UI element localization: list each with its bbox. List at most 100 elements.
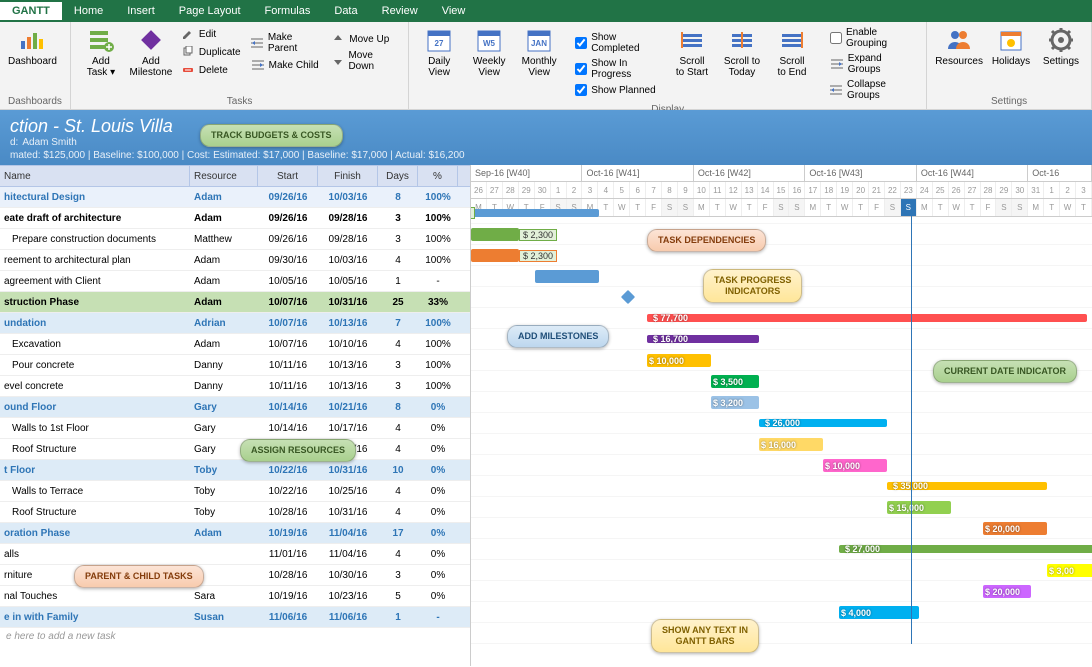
- monthly-view-button[interactable]: JANMonthlyView: [517, 26, 561, 102]
- cell-res[interactable]: Danny: [190, 355, 258, 375]
- cell-name[interactable]: undation: [0, 313, 190, 333]
- task-row[interactable]: rniture10/28/1610/30/1630%: [0, 565, 470, 586]
- cell-name[interactable]: ound Floor: [0, 397, 190, 417]
- cell-pct[interactable]: 100%: [418, 187, 458, 207]
- dashboard-button[interactable]: Dashboard: [8, 26, 57, 67]
- cell-start[interactable]: 10/22/16: [258, 460, 318, 480]
- task-row[interactable]: ExcavationAdam10/07/1610/10/164100%: [0, 334, 470, 355]
- cell-start[interactable]: 09/26/16: [258, 187, 318, 207]
- delete-button[interactable]: Delete: [179, 62, 243, 78]
- move-up-button[interactable]: Move Up: [329, 31, 400, 47]
- show-completed-checkbox[interactable]: Show Completed: [575, 31, 664, 55]
- cell-days[interactable]: 4: [378, 250, 418, 270]
- col-pct[interactable]: %: [418, 166, 458, 186]
- task-row[interactable]: t FloorToby10/22/1610/31/16100%: [0, 460, 470, 481]
- task-row[interactable]: reement to architectural planAdam09/30/1…: [0, 250, 470, 271]
- cell-start[interactable]: 10/11/16: [258, 355, 318, 375]
- cell-pct[interactable]: 100%: [418, 229, 458, 249]
- cell-name[interactable]: nal Touches: [0, 586, 190, 606]
- task-row[interactable]: evel concreteDanny10/11/1610/13/163100%: [0, 376, 470, 397]
- cell-finish[interactable]: 10/31/16: [318, 460, 378, 480]
- tab-gantt[interactable]: GANTT: [0, 2, 62, 20]
- gantt-bar[interactable]: $ 2,300: [471, 249, 519, 262]
- cell-days[interactable]: 4: [378, 334, 418, 354]
- cell-res[interactable]: Adam: [190, 208, 258, 228]
- cell-name[interactable]: agreement with Client: [0, 271, 190, 291]
- cell-finish[interactable]: 11/04/16: [318, 523, 378, 543]
- add-task-button[interactable]: AddTask ▾: [79, 26, 123, 78]
- col-resource[interactable]: Resource: [190, 166, 258, 186]
- task-row[interactable]: ound FloorGary10/14/1610/21/1680%: [0, 397, 470, 418]
- task-row[interactable]: Prepare construction documentsMatthew09/…: [0, 229, 470, 250]
- tab-home[interactable]: Home: [62, 2, 115, 20]
- cell-finish[interactable]: 10/05/16: [318, 271, 378, 291]
- cell-start[interactable]: 09/26/16: [258, 208, 318, 228]
- resources-button[interactable]: Resources: [935, 26, 983, 67]
- cell-pct[interactable]: 100%: [418, 334, 458, 354]
- cell-pct[interactable]: 33%: [418, 292, 458, 312]
- cell-days[interactable]: 8: [378, 397, 418, 417]
- gantt-bar[interactable]: $ 16,700: [647, 335, 759, 343]
- cell-days[interactable]: 4: [378, 544, 418, 564]
- cell-start[interactable]: 10/07/16: [258, 292, 318, 312]
- cell-finish[interactable]: 10/31/16: [318, 502, 378, 522]
- cell-pct[interactable]: 0%: [418, 586, 458, 606]
- cell-pct[interactable]: -: [418, 271, 458, 291]
- move-down-button[interactable]: Move Down: [329, 49, 400, 73]
- cell-res[interactable]: Adam: [190, 250, 258, 270]
- cell-days[interactable]: 25: [378, 292, 418, 312]
- cell-res[interactable]: [190, 544, 258, 564]
- cell-name[interactable]: Excavation: [0, 334, 190, 354]
- show-planned-checkbox[interactable]: Show Planned: [575, 83, 664, 97]
- cell-days[interactable]: 7: [378, 313, 418, 333]
- cell-start[interactable]: 10/28/16: [258, 565, 318, 585]
- collapse-groups-button[interactable]: Collapse Groups: [828, 78, 918, 102]
- cell-start[interactable]: 10/14/16: [258, 397, 318, 417]
- task-row[interactable]: Roof StructureToby10/28/1610/31/1640%: [0, 502, 470, 523]
- cell-name[interactable]: struction Phase: [0, 292, 190, 312]
- cell-res[interactable]: Adam: [190, 523, 258, 543]
- cell-res[interactable]: Adrian: [190, 313, 258, 333]
- cell-finish[interactable]: 10/13/16: [318, 376, 378, 396]
- task-row[interactable]: Walls to TerraceToby10/22/1610/25/1640%: [0, 481, 470, 502]
- task-row[interactable]: oration PhaseAdam10/19/1611/04/16170%: [0, 523, 470, 544]
- cell-pct[interactable]: -: [418, 607, 458, 627]
- gantt-bar[interactable]: $ 27,000: [839, 545, 1092, 553]
- col-days[interactable]: Days: [378, 166, 418, 186]
- cell-pct[interactable]: 0%: [418, 502, 458, 522]
- cell-days[interactable]: 17: [378, 523, 418, 543]
- cell-days[interactable]: 5: [378, 586, 418, 606]
- cell-finish[interactable]: 10/13/16: [318, 313, 378, 333]
- cell-finish[interactable]: 11/04/16: [318, 544, 378, 564]
- new-task-hint[interactable]: e here to add a new task: [0, 628, 470, 645]
- gantt-bar[interactable]: $ 26,000: [759, 419, 887, 427]
- task-row[interactable]: hitectural DesignAdam09/26/1610/03/16810…: [0, 187, 470, 208]
- cell-start[interactable]: 10/22/16: [258, 481, 318, 501]
- cell-finish[interactable]: 10/17/16: [318, 418, 378, 438]
- cell-finish[interactable]: 10/13/16: [318, 355, 378, 375]
- col-name[interactable]: Name: [0, 166, 190, 186]
- gantt-bar[interactable]: $ 20,000: [983, 522, 1047, 535]
- cell-days[interactable]: 4: [378, 481, 418, 501]
- cell-name[interactable]: t Floor: [0, 460, 190, 480]
- cell-finish[interactable]: 10/30/16: [318, 565, 378, 585]
- cell-days[interactable]: 1: [378, 271, 418, 291]
- cell-name[interactable]: Prepare construction documents: [0, 229, 190, 249]
- cell-res[interactable]: Adam: [190, 292, 258, 312]
- col-finish[interactable]: Finish: [318, 166, 378, 186]
- tab-insert[interactable]: Insert: [115, 2, 167, 20]
- scroll-start-button[interactable]: Scrollto Start: [670, 26, 714, 102]
- gantt-bar[interactable]: $ 10,000: [647, 354, 711, 367]
- task-row[interactable]: agreement with ClientAdam10/05/1610/05/1…: [0, 271, 470, 292]
- cell-finish[interactable]: 09/28/16: [318, 229, 378, 249]
- cell-res[interactable]: Adam: [190, 187, 258, 207]
- task-row[interactable]: Roof StructureGary10/18/1610/21/1640%: [0, 439, 470, 460]
- cell-pct[interactable]: 0%: [418, 544, 458, 564]
- cell-start[interactable]: 09/30/16: [258, 250, 318, 270]
- gantt-bar[interactable]: $ 77,700: [647, 314, 1087, 322]
- cell-name[interactable]: alls: [0, 544, 190, 564]
- task-row[interactable]: eate draft of architectureAdam09/26/1609…: [0, 208, 470, 229]
- gantt-bar[interactable]: $ 15,000: [887, 501, 951, 514]
- task-row[interactable]: nal TouchesSara10/19/1610/23/1650%: [0, 586, 470, 607]
- gantt-bar[interactable]: $ 2,300: [471, 209, 599, 217]
